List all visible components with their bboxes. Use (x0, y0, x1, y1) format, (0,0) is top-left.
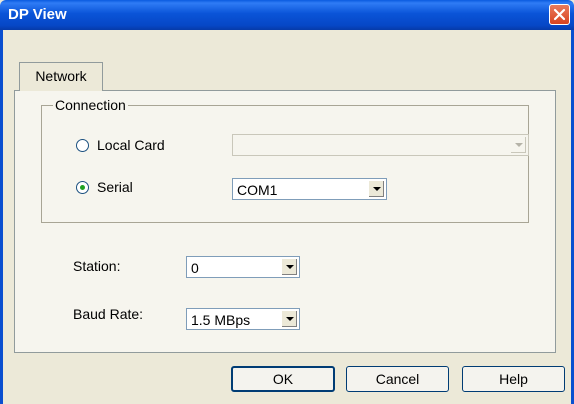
serial-port-dropdown-arrow[interactable] (368, 180, 385, 198)
baud-rate-dropdown[interactable]: 1.5 MBps (186, 308, 300, 330)
tab-network[interactable]: Network (19, 62, 103, 91)
connection-groupbox (41, 105, 529, 223)
chevron-down-icon (515, 143, 523, 147)
window-title: DP View (8, 6, 67, 23)
station-value: 0 (191, 260, 199, 276)
station-dropdown[interactable]: 0 (186, 256, 300, 278)
station-dropdown-arrow[interactable] (281, 258, 298, 276)
serial-label[interactable]: Serial (97, 179, 133, 195)
baud-rate-dropdown-arrow[interactable] (281, 310, 298, 328)
serial-radio-dot (80, 185, 85, 190)
close-icon (553, 8, 566, 21)
baud-rate-label: Baud Rate: (73, 306, 144, 322)
station-label: Station: (73, 258, 121, 274)
local-card-radio[interactable] (76, 139, 89, 152)
local-card-dropdown[interactable] (232, 134, 529, 156)
help-button[interactable]: Help (462, 366, 565, 392)
chevron-down-icon (286, 265, 294, 269)
ok-button[interactable]: OK (231, 366, 335, 392)
tab-network-label: Network (35, 68, 87, 84)
cancel-button[interactable]: Cancel (346, 366, 449, 392)
local-card-dropdown-arrow[interactable] (510, 136, 527, 154)
serial-radio[interactable] (76, 181, 89, 194)
baud-rate-value: 1.5 MBps (191, 312, 251, 328)
serial-port-dropdown[interactable]: COM1 (232, 178, 387, 200)
connection-group-label: Connection (53, 97, 128, 113)
serial-port-value: COM1 (237, 182, 278, 198)
title-bar[interactable]: DP View (0, 0, 574, 30)
chevron-down-icon (286, 317, 294, 321)
chevron-down-icon (373, 187, 381, 191)
close-button[interactable] (549, 4, 570, 25)
local-card-label[interactable]: Local Card (97, 137, 165, 153)
